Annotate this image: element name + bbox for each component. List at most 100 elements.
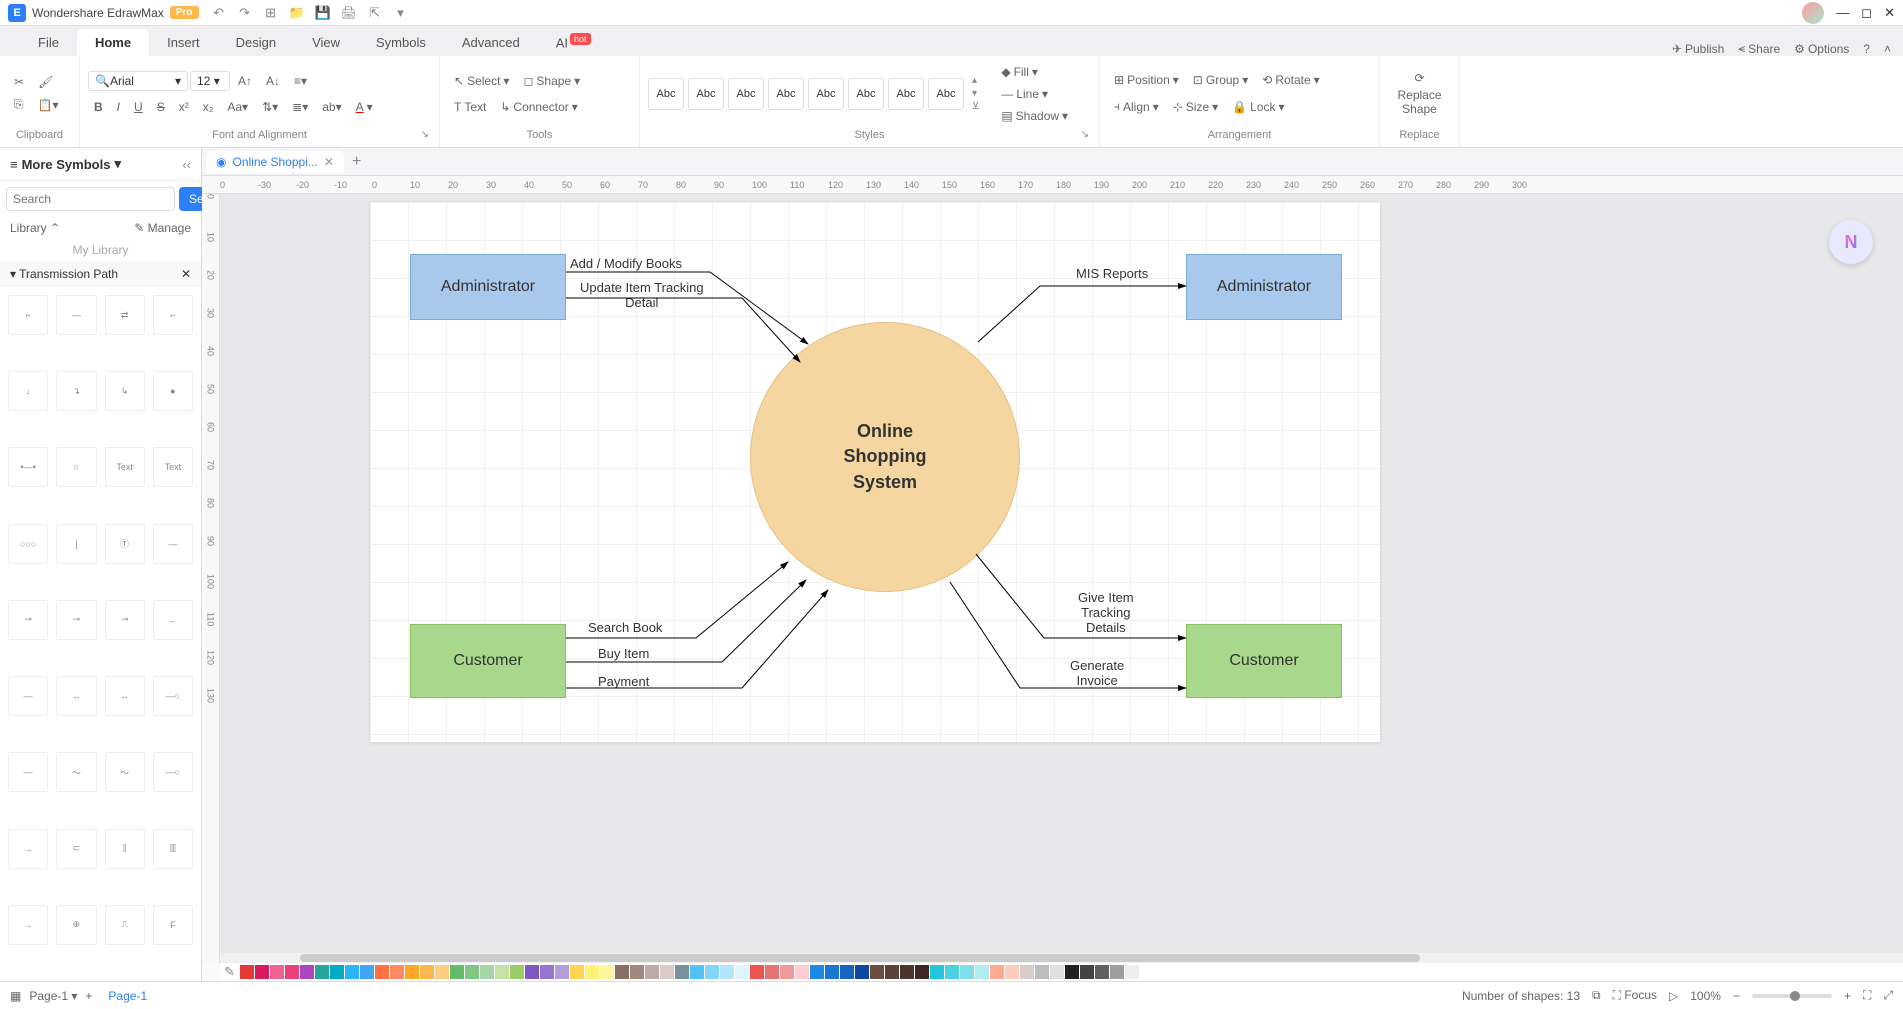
document-tab[interactable]: ◉ Online Shoppi... ✕ [206,151,344,173]
color-swatch[interactable] [945,965,959,979]
shape-item[interactable]: — [153,524,193,564]
shape-item[interactable]: Text [153,447,193,487]
symbol-search-input[interactable] [6,187,175,211]
fill-button[interactable]: ◆ Fill ▾ [995,62,1074,82]
color-swatch[interactable] [315,965,329,979]
shape-item[interactable]: —○ [153,752,193,792]
shape-item[interactable]: → [8,905,48,945]
color-swatch[interactable] [1020,965,1034,979]
options-button[interactable]: ⚙ Options [1794,42,1849,56]
help-icon[interactable]: ? [1863,42,1870,56]
color-swatch[interactable] [300,965,314,979]
label-payment[interactable]: Payment [598,674,649,689]
tab-design[interactable]: Design [218,29,294,56]
color-swatch[interactable] [585,965,599,979]
tab-home[interactable]: Home [77,29,149,56]
color-swatch[interactable] [510,965,524,979]
color-swatch[interactable] [480,965,494,979]
color-swatch[interactable] [570,965,584,979]
add-page-icon[interactable]: + [85,989,92,1003]
shape-item[interactable]: —○ [153,676,193,716]
color-swatch[interactable] [960,965,974,979]
focus-button[interactable]: ⛶ Focus [1613,988,1657,1003]
replace-shape-button[interactable]: ⟳Replace Shape [1391,68,1447,119]
tab-file[interactable]: File [20,29,77,56]
color-swatch[interactable] [1035,965,1049,979]
font-size[interactable]: 12 ▾ [190,71,230,91]
tab-advanced[interactable]: Advanced [444,29,538,56]
style-more-icon[interactable]: ⊻ [972,101,979,112]
color-swatch[interactable] [360,965,374,979]
underline-icon[interactable]: U [128,97,149,117]
close-icon[interactable]: ✕ [1884,5,1895,21]
color-swatch[interactable] [540,965,554,979]
rotate-button[interactable]: ⟲ Rotate▾ [1256,70,1325,90]
line-spacing-icon[interactable]: ⇅▾ [256,97,284,117]
color-swatch[interactable] [840,965,854,979]
label-update-tracking[interactable]: Update Item Tracking Detail [580,280,704,310]
color-swatch[interactable] [390,965,404,979]
shape-admin-left[interactable]: Administrator [410,254,566,320]
color-swatch[interactable] [660,965,674,979]
color-swatch[interactable] [900,965,914,979]
color-swatch[interactable] [345,965,359,979]
zoom-level[interactable]: 100% [1690,989,1721,1003]
open-icon[interactable]: 📁 [289,5,305,21]
zoom-slider[interactable] [1752,994,1832,998]
shape-item[interactable]: ○○○ [8,524,48,564]
font-select[interactable]: 🔍 Arial▾ [88,71,188,91]
new-icon[interactable]: ⊞ [263,5,279,21]
shape-item[interactable]: ⫿ [105,829,145,869]
color-swatch[interactable] [795,965,809,979]
library-dropdown[interactable]: Library ⌃ [10,221,60,235]
shape-item[interactable]: ⊂ [56,829,96,869]
color-swatch[interactable] [1095,965,1109,979]
color-swatch[interactable] [525,965,539,979]
color-swatch[interactable] [465,965,479,979]
diagram-page[interactable]: Administrator Administrator Customer Cus… [370,202,1380,742]
color-swatch[interactable] [270,965,284,979]
strike-icon[interactable]: S [151,97,171,117]
maximize-icon[interactable]: ◻ [1861,5,1872,21]
copy-icon[interactable]: ⎘ [8,94,30,115]
horizontal-scrollbar[interactable] [220,953,1903,963]
manage-button[interactable]: ✎ Manage [134,221,191,235]
shape-item[interactable]: ⊸ [105,600,145,640]
canvas-viewport[interactable]: Administrator Administrator Customer Cus… [220,194,1903,963]
style-preset-3[interactable]: Abc [728,78,764,110]
tab-insert[interactable]: Insert [149,29,218,56]
color-swatch[interactable] [600,965,614,979]
color-swatch[interactable] [330,965,344,979]
page-select[interactable]: Page-1 ▾ [29,989,77,1003]
user-avatar[interactable] [1802,2,1824,24]
qat-more-icon[interactable]: ▾ [393,5,409,21]
styles-expand-icon[interactable]: ↘ [1081,129,1089,140]
connector-tool[interactable]: ↳ Connector ▾ [494,97,583,117]
style-preset-5[interactable]: Abc [808,78,844,110]
export-icon[interactable]: ⇱ [367,5,383,21]
shape-item[interactable]: ↓ [8,371,48,411]
color-swatch[interactable] [735,965,749,979]
color-swatch[interactable] [1080,965,1094,979]
color-swatch[interactable] [915,965,929,979]
shape-item[interactable]: ↔ [105,676,145,716]
shape-item[interactable]: — [8,752,48,792]
label-invoice[interactable]: Generate Invoice [1070,658,1124,688]
shape-item[interactable]: ⫿⫿ [153,829,193,869]
shape-item[interactable]: ⊸ [56,600,96,640]
color-swatch[interactable] [375,965,389,979]
group-button[interactable]: ⊡ Group▾ [1187,70,1254,90]
color-swatch[interactable] [780,965,794,979]
color-swatch[interactable] [1065,965,1079,979]
color-swatch[interactable] [750,965,764,979]
position-button[interactable]: ⊞ Position▾ [1108,70,1185,90]
shape-item[interactable]: ← [153,600,193,640]
style-down-icon[interactable]: ▾ [972,88,979,99]
shape-item[interactable]: 〜 [105,752,145,792]
color-swatch[interactable] [255,965,269,979]
style-preset-8[interactable]: Abc [928,78,964,110]
zoom-out-icon[interactable]: − [1733,989,1740,1003]
shape-item[interactable]: ⌐ [153,295,193,335]
paste-icon[interactable]: 📋▾ [32,95,65,115]
color-swatch[interactable] [720,965,734,979]
